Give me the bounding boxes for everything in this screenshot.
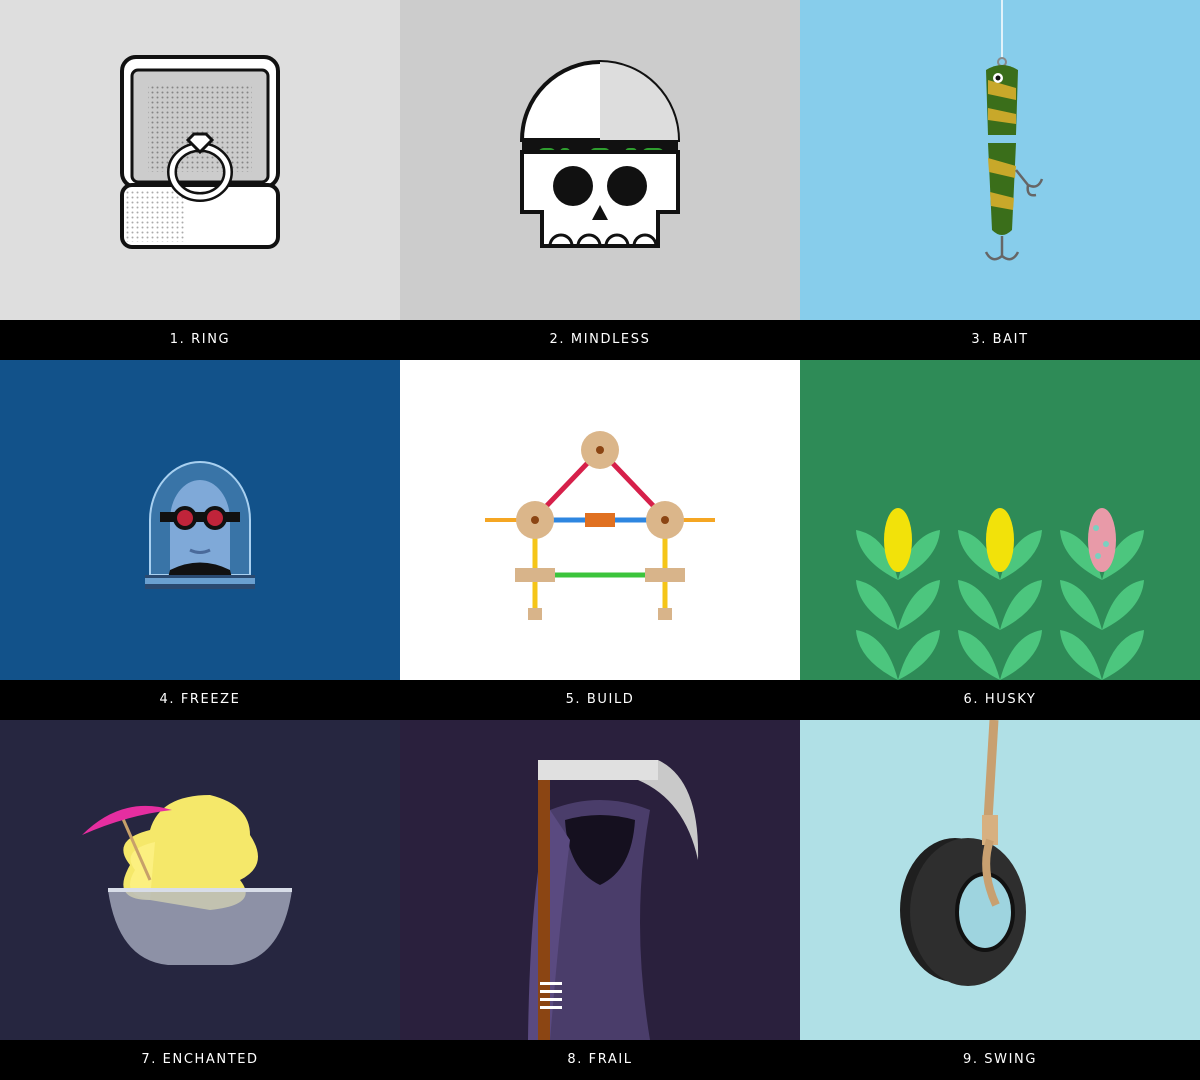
tile-swing (800, 720, 1200, 1040)
grim-reaper-icon (528, 760, 699, 1040)
tire-swing-icon (900, 720, 1026, 986)
tile-husky (800, 360, 1200, 680)
tile-bait (800, 0, 1200, 320)
ring-box-icon (120, 55, 280, 249)
corn-stalks-icon (856, 508, 1144, 680)
tile-enchanted (0, 720, 400, 1040)
tile-label-frail: 8. FRAIL (400, 1040, 800, 1080)
tile-freeze (0, 360, 400, 680)
tile-ring (0, 0, 400, 320)
icon-grid: 1. RING 2. MINDLESS 3. BAIT 4. FREEZE 5.… (0, 0, 1200, 1080)
tile-label-husky: 6. HUSKY (800, 680, 1200, 720)
tile-label-swing: 9. SWING (800, 1040, 1200, 1080)
tile-mindless (400, 0, 800, 320)
skull-icon (519, 60, 681, 248)
tile-label-mindless: 2. MINDLESS (400, 320, 800, 360)
tile-label-enchanted: 7. ENCHANTED (0, 1040, 400, 1080)
frozen-head-icon (145, 461, 255, 589)
tile-label-bait: 3. BAIT (800, 320, 1200, 360)
tile-label-build: 5. BUILD (400, 680, 800, 720)
tile-build (400, 360, 800, 680)
tile-label-freeze: 4. FREEZE (0, 680, 400, 720)
tinker-toy-icon (485, 431, 715, 620)
dole-whip-icon (82, 795, 292, 965)
fishing-lure-icon (984, 0, 1044, 261)
tile-label-ring: 1. RING (0, 320, 400, 360)
tile-frail (400, 720, 800, 1040)
